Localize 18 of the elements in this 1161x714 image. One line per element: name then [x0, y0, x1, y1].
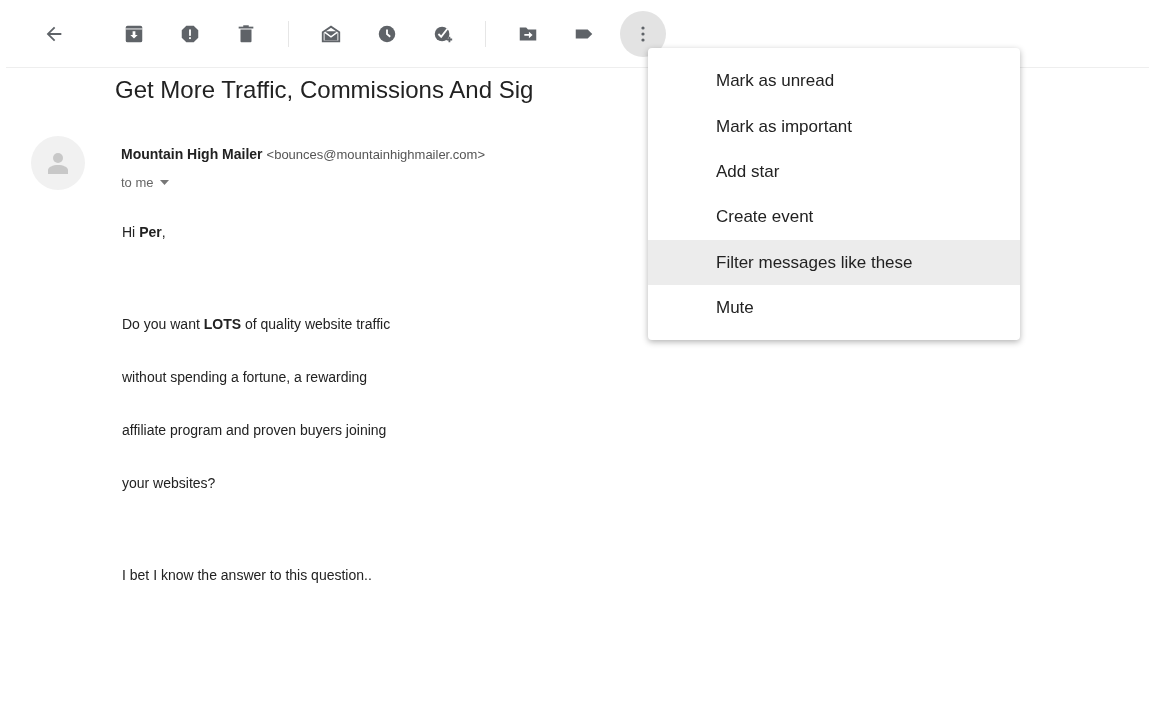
body-text: Hi Per, — [122, 223, 167, 242]
body-text: your websites? — [122, 474, 217, 493]
body-text: affiliate program and proven buyers joining — [122, 421, 388, 440]
menu-item[interactable]: Mark as important — [648, 103, 1020, 149]
more-icon — [641, 25, 645, 42]
body-text: Do you want LOTS of quality website traffic — [122, 315, 392, 334]
body-text: I bet I know the answer to this question.. — [122, 566, 373, 585]
email-subject: Get More Traffic, Commissions And Sig — [115, 75, 534, 105]
sender-name: Mountain High Mailer — [121, 146, 263, 162]
menu-item[interactable]: Add star — [648, 148, 1020, 195]
menu-item[interactable]: Create event — [648, 194, 1020, 240]
caret-icon — [159, 180, 169, 186]
menu-item[interactable]: Mute — [648, 284, 1020, 331]
menu-item[interactable]: Filter messages like these — [648, 239, 1020, 285]
body-text: without spending a fortune, a rewarding — [122, 368, 369, 387]
menu-item[interactable]: Mark as unread — [648, 58, 1020, 104]
sender-email: <bounces@mountainhighmailer.com> — [266, 147, 485, 162]
recipient-dropdown[interactable]: to me — [121, 173, 169, 193]
